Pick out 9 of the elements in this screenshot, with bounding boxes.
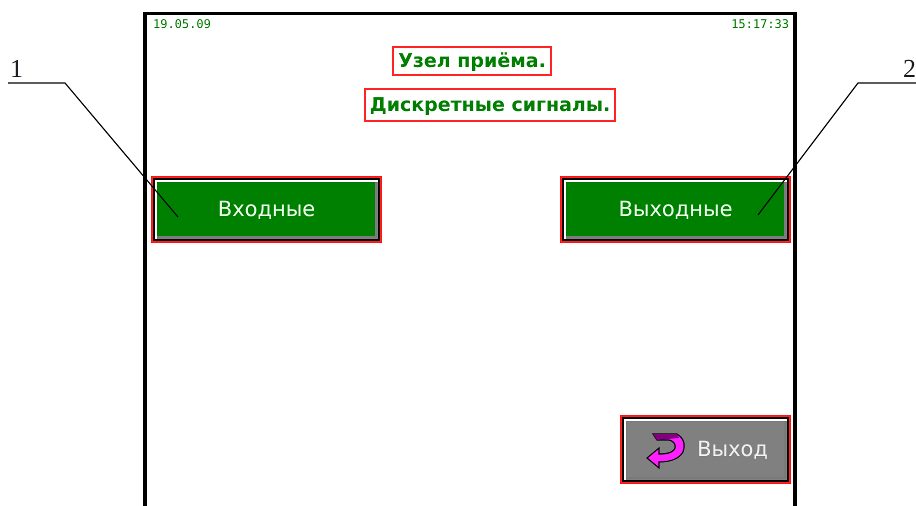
nav-button[interactable]: Выходные — [562, 178, 789, 241]
exit-button[interactable]: Выход — [622, 417, 789, 482]
nav-button[interactable]: Входные — [153, 178, 380, 241]
screen-title: Узел приёма. — [392, 46, 552, 76]
date-display: 19.05.09 — [153, 18, 211, 30]
time-display: 15:17:33 — [731, 18, 789, 30]
callout-number: 2 — [903, 56, 916, 82]
callout-number: 1 — [10, 56, 23, 82]
screen-subtitle: Дискретные сигналы. — [364, 88, 616, 122]
